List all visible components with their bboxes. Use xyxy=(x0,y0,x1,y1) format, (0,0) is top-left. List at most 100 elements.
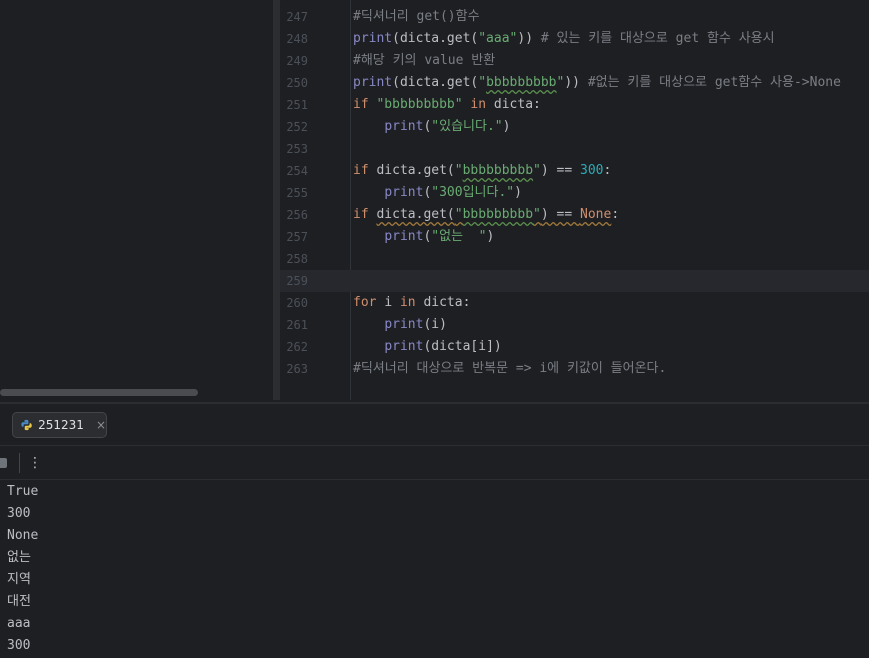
run-tool-window: 251231 × ⋮ True 300 None 없는 지역 대전 aaa 300 xyxy=(0,402,869,658)
code-line[interactable]: 257 print("없는 ") xyxy=(280,226,869,248)
code-text[interactable]: #딕셔너리 get()함수 xyxy=(353,6,480,28)
code-text[interactable]: if "bbbbbbbbb" in dicta: xyxy=(353,94,541,116)
code-token: " xyxy=(533,163,541,178)
code-token: #해당 키의 value 반환 xyxy=(353,53,496,68)
line-number: 254 xyxy=(286,164,308,178)
code-line[interactable]: 263 #딕셔너리 대상으로 반복문 => i에 키값이 들어온다. xyxy=(280,358,869,380)
code-line[interactable]: 254 if dicta.get("bbbbbbbbb") == 300: xyxy=(280,160,869,182)
line-number: 263 xyxy=(286,362,308,376)
code-text[interactable]: if dicta.get("bbbbbbbbb") == 300: xyxy=(353,160,611,182)
code-token: (dicta.get( xyxy=(392,75,479,90)
line-number: 258 xyxy=(286,252,308,266)
code-token: (i) xyxy=(423,317,447,332)
code-text[interactable]: print("있습니다.") xyxy=(353,116,510,138)
code-line[interactable]: 250 print(dicta.get("bbbbbbbbb")) #없는 키를 … xyxy=(280,72,869,94)
code-token: #없는 키를 대상으로 get함수 사용->None xyxy=(587,75,841,90)
run-tab-bar: 251231 × xyxy=(0,404,869,446)
code-line[interactable]: 261 print(i) xyxy=(280,314,869,336)
close-icon[interactable]: × xyxy=(96,418,106,432)
code-token: ) xyxy=(514,185,522,200)
line-number: 250 xyxy=(286,76,308,90)
code-token: " xyxy=(454,163,463,178)
code-token: if xyxy=(353,207,377,222)
code-lines[interactable]: 247 #딕셔너리 get()함수 248 print(dicta.get("aaa"… xyxy=(280,6,869,380)
code-text[interactable]: print(dicta[i]) xyxy=(353,336,502,358)
stop-icon[interactable] xyxy=(0,458,7,468)
code-token: )) xyxy=(517,31,541,46)
splitter[interactable] xyxy=(273,0,280,400)
console-output[interactable]: True 300 None 없는 지역 대전 aaa 300 xyxy=(7,481,857,657)
code-text[interactable]: print(dicta.get("bbbbbbbbb")) #없는 키를 대상으… xyxy=(353,72,841,94)
code-token: ) == xyxy=(540,163,581,178)
more-options-icon[interactable]: ⋮ xyxy=(28,452,42,474)
code-line[interactable]: 249 #해당 키의 value 반환 xyxy=(280,50,869,72)
code-text[interactable]: print(dicta.get("aaa")) # 있는 키를 대상으로 get… xyxy=(353,28,775,50)
code-token: print xyxy=(384,185,424,200)
code-line[interactable]: 253 xyxy=(280,138,869,160)
line-number: 247 xyxy=(286,10,308,24)
code-token: " xyxy=(478,75,487,90)
code-text[interactable]: if dicta.get("bbbbbbbbb") == None: xyxy=(353,204,619,226)
line-number: 256 xyxy=(286,208,308,222)
code-token: "있습니다." xyxy=(431,119,503,134)
line-number: 249 xyxy=(286,54,308,68)
console-line: aaa xyxy=(7,616,31,631)
code-token: None xyxy=(580,207,612,222)
code-token: print xyxy=(384,317,424,332)
code-text[interactable]: print(i) xyxy=(353,314,447,336)
code-token: if xyxy=(353,163,377,178)
code-token: " xyxy=(533,207,541,222)
console-line: 300 xyxy=(7,638,31,653)
console-line: None xyxy=(7,528,39,543)
code-line[interactable]: 255 print("300입니다.") xyxy=(280,182,869,204)
code-token: ) xyxy=(502,119,511,134)
code-token: print xyxy=(384,119,424,134)
console-line: 300 xyxy=(7,506,31,521)
code-token: dicta.get( xyxy=(376,163,455,178)
console-line: 없는 xyxy=(7,550,31,565)
code-line[interactable]: 259 xyxy=(280,270,869,292)
code-token: in xyxy=(462,97,494,112)
code-line[interactable]: 248 print(dicta.get("aaa")) # 있는 키를 대상으로 … xyxy=(280,28,869,50)
code-text[interactable]: for i in dicta: xyxy=(353,292,470,314)
code-token: for xyxy=(353,295,385,310)
code-token: ) == xyxy=(540,207,581,222)
code-token: 300 xyxy=(580,163,604,178)
code-token: if xyxy=(353,97,377,112)
code-text[interactable]: print("300입니다.") xyxy=(353,182,522,204)
code-line[interactable]: 252 print("있습니다.") xyxy=(280,116,869,138)
code-text[interactable]: #해당 키의 value 반환 xyxy=(353,50,495,72)
line-number: 253 xyxy=(286,142,308,156)
code-token: i xyxy=(384,295,393,310)
code-line[interactable]: 251 if "bbbbbbbbb" in dicta: xyxy=(280,94,869,116)
code-line[interactable]: 258 xyxy=(280,248,869,270)
code-line[interactable]: 256 if dicta.get("bbbbbbbbb") == None: xyxy=(280,204,869,226)
code-token: in xyxy=(392,295,424,310)
project-panel[interactable] xyxy=(0,0,273,400)
toolbar-separator xyxy=(19,453,20,473)
code-token: # 있는 키를 대상으로 get 함수 사용시 xyxy=(540,31,775,46)
code-token: "bbbbbbbbb" xyxy=(376,97,463,112)
run-tab-label: 251231 xyxy=(38,418,84,432)
code-token: print xyxy=(384,339,424,354)
console-line: True xyxy=(7,484,39,499)
code-token: " xyxy=(454,207,463,222)
line-number: 252 xyxy=(286,120,308,134)
code-line[interactable]: 247 #딕셔너리 get()함수 xyxy=(280,6,869,28)
code-line[interactable]: 260 for i in dicta: xyxy=(280,292,869,314)
project-panel-scrollbar[interactable] xyxy=(0,389,198,396)
run-tab[interactable]: 251231 × xyxy=(12,412,107,438)
code-token: #딕셔너리 get()함수 xyxy=(353,9,480,24)
python-icon xyxy=(21,419,32,431)
code-token: (dicta[i]) xyxy=(423,339,502,354)
line-number: 255 xyxy=(286,186,308,200)
code-text[interactable]: #딕셔너리 대상으로 반복문 => i에 키값이 들어온다. xyxy=(353,358,666,380)
code-line[interactable]: 262 print(dicta[i]) xyxy=(280,336,869,358)
code-token: (dicta.get( xyxy=(392,31,479,46)
code-editor[interactable]: 247 #딕셔너리 get()함수 248 print(dicta.get("aaa"… xyxy=(280,0,869,400)
code-text[interactable]: print("없는 ") xyxy=(353,226,494,248)
